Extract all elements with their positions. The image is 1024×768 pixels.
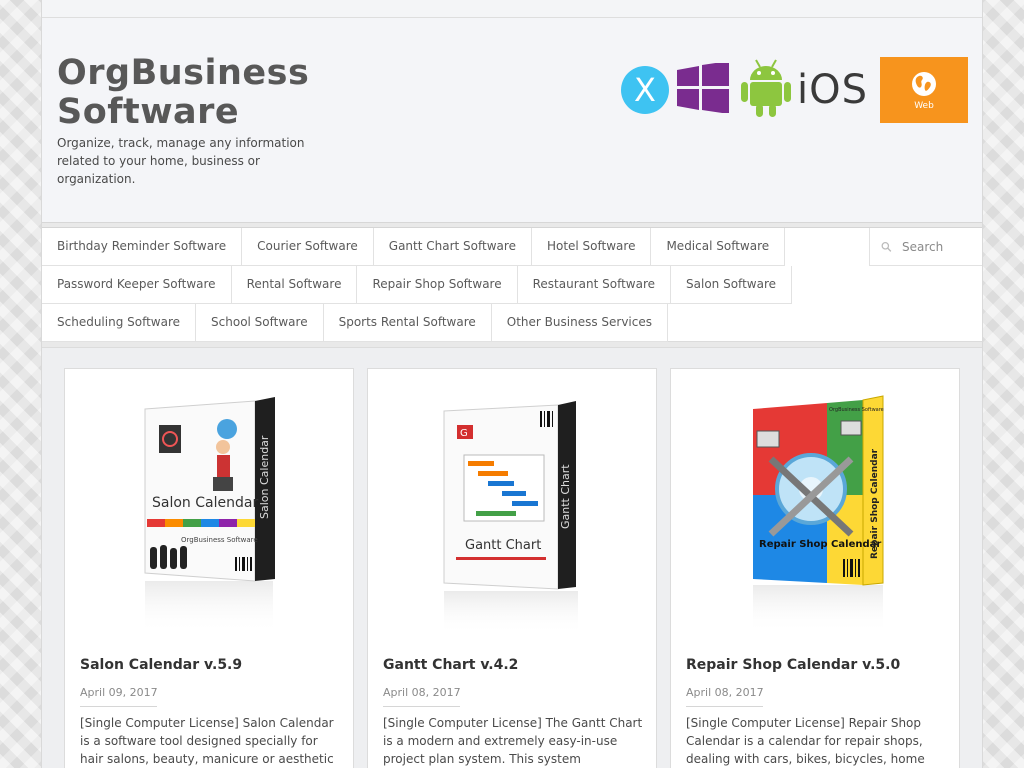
nav-item-courier[interactable]: Courier Software (242, 228, 374, 266)
repair-shop-calendar-product-box-image[interactable]: Repair Shop Calendar OrgBusiness Softwar… (671, 369, 959, 639)
web-globe-icon[interactable]: Web (880, 57, 968, 123)
box-title-text: Gantt Chart (465, 538, 541, 553)
search-icon (881, 241, 892, 252)
nav-item-other-business-services[interactable]: Other Business Services (491, 304, 668, 342)
post-divider (383, 706, 460, 707)
post-date: April 09, 2017 (80, 686, 158, 699)
ios-icon[interactable]: iOS (797, 67, 868, 113)
post-title[interactable]: Repair Shop Calendar v.5.0 (686, 657, 900, 673)
site-header: OrgBusiness Software Organize, track, ma… (42, 18, 982, 223)
post-divider (80, 706, 157, 707)
box-title-text: Repair Shop Calendar (759, 539, 881, 550)
post-card: Salon Calendar OrgBusiness Software Salo… (64, 368, 354, 768)
nav-item-restaurant[interactable]: Restaurant Software (517, 266, 672, 304)
nav-item-school[interactable]: School Software (196, 304, 324, 342)
box-brand-text: OrgBusiness Software (181, 536, 258, 544)
nav-item-password-keeper[interactable]: Password Keeper Software (42, 266, 232, 304)
site-tagline: Organize, track, manage any information … (57, 136, 305, 186)
posts-grid: Salon Calendar OrgBusiness Software Salo… (64, 368, 960, 768)
post-excerpt: [Single Computer License] Repair Shop Ca… (686, 716, 925, 766)
android-icon[interactable] (739, 58, 793, 122)
windows-icon[interactable] (677, 61, 729, 117)
box-side-text: Gantt Chart (559, 464, 572, 529)
nav-item-gantt-chart[interactable]: Gantt Chart Software (373, 228, 532, 266)
gantt-chart-product-box-image[interactable]: G Gantt Chart Gantt Chart (368, 369, 656, 639)
nav-item-birthday-reminder[interactable]: Birthday Reminder Software (42, 228, 243, 266)
nav-item-medical[interactable]: Medical Software (651, 228, 786, 266)
web-label: Web (914, 100, 934, 111)
nav-item-rental[interactable]: Rental Software (231, 266, 358, 304)
top-strip (42, 0, 982, 18)
nav-row-3: Scheduling Software School Software Spor… (42, 304, 982, 342)
posts-area: Salon Calendar OrgBusiness Software Salo… (42, 348, 982, 768)
nav-row-2: Password Keeper Software Rental Software… (42, 266, 982, 304)
post-card: G Gantt Chart Gantt Chart Gantt Chart v.… (367, 368, 657, 768)
nav-item-hotel[interactable]: Hotel Software (531, 228, 652, 266)
nav-item-salon[interactable]: Salon Software (671, 266, 792, 304)
box-side-text: Salon Calendar (258, 435, 271, 519)
search-box[interactable] (869, 228, 982, 266)
nav-item-sports-rental[interactable]: Sports Rental Software (323, 304, 492, 342)
nav-row-1: Birthday Reminder Software Courier Softw… (42, 228, 982, 266)
post-date: April 08, 2017 (686, 686, 764, 699)
search-input[interactable] (902, 239, 982, 254)
box-title-text: Salon Calendar (152, 495, 258, 511)
nav-item-repair-shop[interactable]: Repair Shop Software (357, 266, 518, 304)
post-title[interactable]: Gantt Chart v.4.2 (383, 657, 518, 673)
post-excerpt: [Single Computer License] The Gantt Char… (383, 716, 643, 766)
salon-calendar-product-box-image[interactable]: Salon Calendar OrgBusiness Software Salo… (65, 369, 353, 639)
post-date: April 08, 2017 (383, 686, 461, 699)
box-brand-text: OrgBusiness Software (829, 407, 884, 413)
platform-icons: X iOS Web (621, 56, 968, 124)
post-title[interactable]: Salon Calendar v.5.9 (80, 657, 242, 673)
post-card: Repair Shop Calendar OrgBusiness Softwar… (670, 368, 960, 768)
site-title[interactable]: OrgBusiness Software (57, 54, 357, 132)
svg-text:G: G (460, 428, 468, 439)
box-side-text: Repair Shop Calendar (870, 448, 880, 559)
macos-x-icon[interactable]: X (621, 66, 669, 114)
page: OrgBusiness Software Organize, track, ma… (41, 0, 983, 768)
nav-item-scheduling[interactable]: Scheduling Software (42, 304, 197, 342)
main-navigation: Birthday Reminder Software Courier Softw… (42, 228, 982, 342)
post-excerpt: [Single Computer License] Salon Calendar… (80, 716, 334, 766)
post-divider (686, 706, 763, 707)
